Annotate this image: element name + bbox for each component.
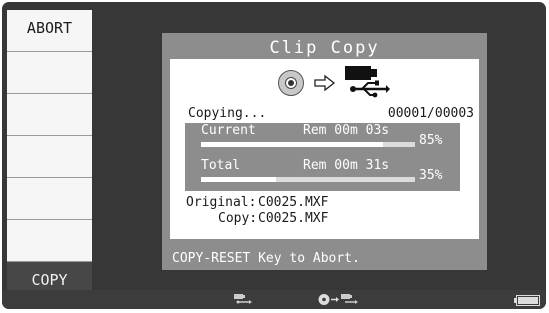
sidebar-button-2[interactable] [7,52,92,94]
sidebar-button-3[interactable] [7,94,92,136]
copy-button[interactable]: COPY [7,262,92,290]
total-label: Total [201,158,241,173]
current-remaining: Rem 00m 03s [303,123,390,138]
current-progress-bar [201,142,415,147]
battery-icon [514,295,540,306]
copy-label: Copy: [218,211,258,226]
sidebar-button-6[interactable] [7,220,92,262]
sidebar-button-4[interactable] [7,136,92,178]
total-progress-bar [201,177,415,182]
progress-box: Current Rem 00m 03s 85% Total Rem 00m 31… [185,123,460,191]
clip-copy-dialog: Clip Copy Copying... 00001/00003 Current… [162,33,487,270]
dialog-title: Clip Copy [269,38,380,58]
disc-to-usb-icon [318,294,358,305]
status-bar [2,290,546,309]
abort-hint: COPY-RESET Key to Abort. [172,251,360,266]
original-file: C0025.MXF [258,195,329,210]
total-percent: 35% [419,168,443,183]
arrow-right-icon [314,74,336,92]
total-progress-fill [201,177,276,182]
total-remaining: Rem 00m 31s [303,158,390,173]
sidebar-button-5[interactable] [7,178,92,220]
usb-icon [234,294,252,304]
current-progress-fill [201,142,383,147]
status-row: Copying... 00001/00003 [188,106,474,122]
clip-counter: 00001/00003 [387,106,474,121]
copy-file: C0025.MXF [258,211,329,226]
current-percent: 85% [419,133,443,148]
copy-panel: Copying... 00001/00003 Current Rem 00m 0… [170,59,479,239]
current-label: Current [201,123,256,138]
usb-icon [345,66,390,98]
original-label: Original: [186,195,257,210]
sidebar: ABORT COPY [7,10,92,290]
screen-frame: ABORT COPY Clip Copy Copying... 00001/00… [2,2,546,309]
copy-status: Copying... [188,106,267,121]
disc-icon [278,70,304,96]
abort-button[interactable]: ABORT [7,10,92,52]
